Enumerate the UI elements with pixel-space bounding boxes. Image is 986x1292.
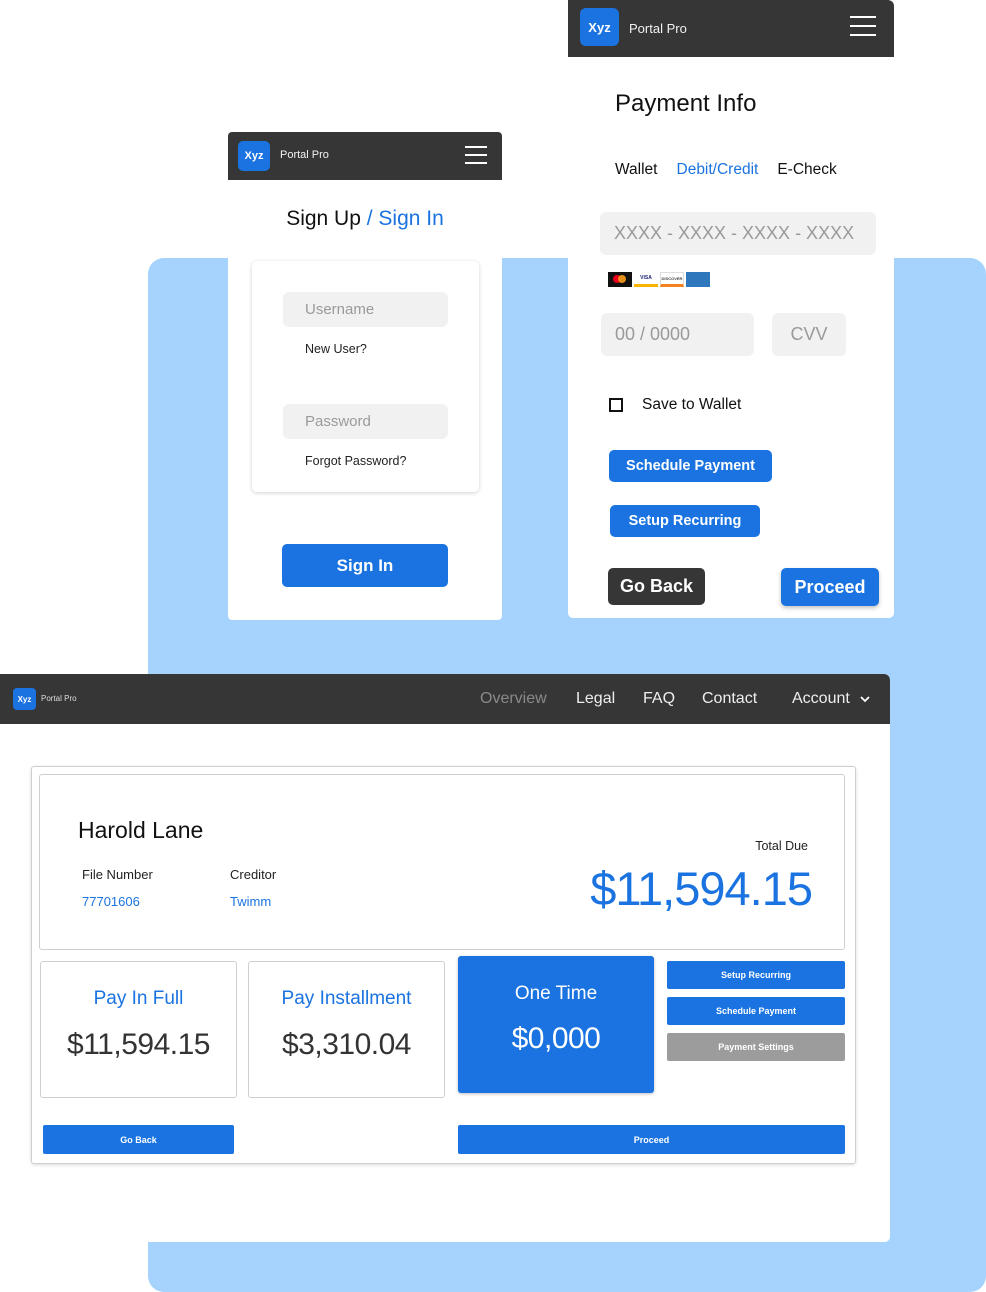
creditor-label: Creditor: [230, 867, 277, 882]
go-back-button[interactable]: Go Back: [43, 1125, 234, 1154]
nav-contact[interactable]: Contact: [702, 690, 757, 708]
creditor-value[interactable]: Twimm: [230, 894, 271, 909]
setup-recurring-button[interactable]: Setup Recurring: [667, 961, 845, 989]
proceed-button[interactable]: Proceed: [781, 568, 879, 606]
page-title: Payment Info: [615, 90, 757, 117]
forgot-password-link[interactable]: Forgot Password?: [305, 454, 406, 468]
tab-echeck[interactable]: E-Check: [777, 161, 836, 179]
page-title: Sign Up / Sign In: [228, 207, 502, 231]
signup-title-link[interactable]: Sign Up: [286, 207, 361, 230]
schedule-payment-button[interactable]: Schedule Payment: [609, 450, 772, 482]
tab-wallet[interactable]: Wallet: [615, 161, 658, 179]
signin-navbar: Xyz Portal Pro: [228, 132, 502, 180]
proceed-button[interactable]: Proceed: [458, 1125, 845, 1154]
setup-recurring-button[interactable]: Setup Recurring: [610, 505, 760, 537]
option-amount: $11,594.15: [67, 1028, 210, 1061]
payment-settings-button[interactable]: Payment Settings: [667, 1033, 845, 1061]
app-name: Portal Pro: [629, 21, 687, 36]
amex-icon: [686, 272, 710, 287]
option-title: One Time: [514, 983, 598, 1004]
tab-debit-credit[interactable]: Debit/Credit: [677, 161, 759, 179]
signin-screen: Xyz Portal Pro Sign Up / Sign In Usernam…: [228, 132, 502, 620]
option-amount: $3,310.04: [282, 1028, 411, 1061]
pay-installment-option[interactable]: Pay Installment $3,310.04: [248, 961, 445, 1098]
payment-navbar: Xyz Portal Pro: [568, 0, 894, 57]
mastercard-icon: [608, 272, 632, 287]
cvv-input[interactable]: CVV: [772, 313, 846, 356]
login-form: Username New User? Password Forgot Passw…: [252, 261, 479, 492]
hamburger-menu-icon[interactable]: [850, 16, 876, 36]
save-to-wallet-row[interactable]: Save to Wallet: [609, 396, 741, 414]
app-name: Portal Pro: [41, 694, 77, 703]
option-title: Pay In Full: [93, 988, 184, 1009]
nav-overview[interactable]: Overview: [480, 690, 547, 708]
total-due-label: Total Due: [755, 839, 808, 853]
chevron-down-icon[interactable]: [860, 694, 870, 704]
card-number-input[interactable]: XXXX - XXXX - XXXX - XXXX: [600, 212, 876, 255]
dashboard-navbar: Xyz Portal Pro Overview Legal FAQ Contac…: [0, 674, 890, 724]
one-time-option[interactable]: One Time $0,000: [458, 956, 654, 1093]
nav-faq[interactable]: FAQ: [643, 690, 675, 708]
customer-info-card: Harold Lane File Number 77701606 Credito…: [39, 774, 845, 950]
customer-name: Harold Lane: [78, 817, 204, 843]
payment-info-screen: Xyz Portal Pro Payment Info Wallet Debit…: [568, 0, 894, 618]
new-user-link[interactable]: New User?: [305, 342, 367, 356]
nav-account[interactable]: Account: [792, 690, 850, 708]
expiry-input[interactable]: 00 / 0000: [601, 313, 754, 356]
hamburger-menu-icon[interactable]: [465, 146, 487, 164]
logo[interactable]: Xyz: [238, 141, 270, 171]
total-due-value: $11,594.15: [590, 862, 813, 915]
password-input[interactable]: Password: [283, 404, 448, 439]
sign-in-button[interactable]: Sign In: [282, 544, 448, 587]
app-name: Portal Pro: [280, 149, 329, 161]
signin-title-link[interactable]: / Sign In: [367, 207, 444, 230]
save-to-wallet-checkbox[interactable]: [609, 398, 623, 412]
schedule-payment-button[interactable]: Schedule Payment: [667, 997, 845, 1025]
dashboard-screen: Xyz Portal Pro Overview Legal FAQ Contac…: [0, 674, 890, 1242]
discover-icon: DISCOVER: [660, 272, 684, 287]
visa-icon: VISA: [634, 272, 658, 287]
logo[interactable]: Xyz: [580, 8, 619, 46]
logo[interactable]: Xyz: [13, 688, 36, 710]
file-number-label: File Number: [82, 867, 153, 882]
nav-legal[interactable]: Legal: [576, 690, 615, 708]
option-amount: $0,000: [511, 1022, 601, 1055]
payment-method-tabs: Wallet Debit/Credit E-Check: [615, 161, 837, 179]
option-title: Pay Installment: [281, 988, 412, 1009]
file-number-value[interactable]: 77701606: [82, 894, 140, 909]
go-back-button[interactable]: Go Back: [608, 568, 705, 605]
save-to-wallet-label: Save to Wallet: [642, 396, 742, 413]
username-input[interactable]: Username: [283, 292, 448, 327]
pay-in-full-option[interactable]: Pay In Full $11,594.15: [40, 961, 237, 1098]
card-brand-logos: VISA DISCOVER: [608, 272, 710, 287]
